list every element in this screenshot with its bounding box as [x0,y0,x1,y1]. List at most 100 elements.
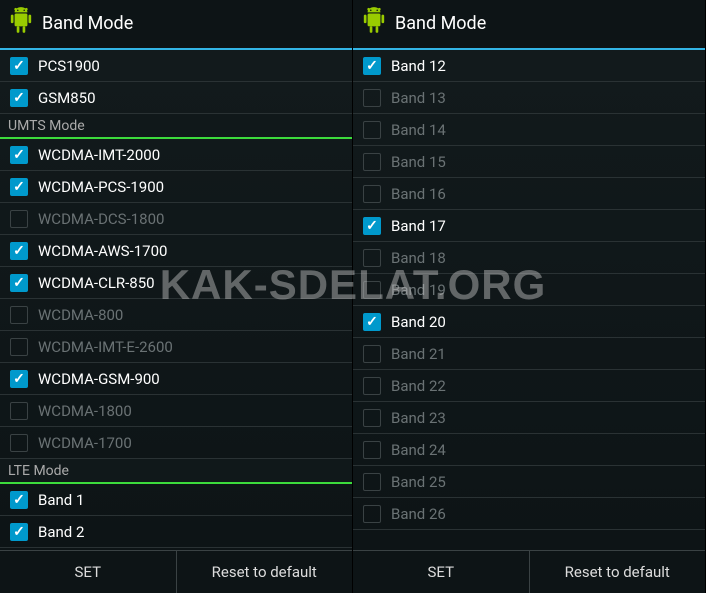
band-label: PCS1900 [38,57,100,75]
checkbox[interactable] [10,338,28,356]
band-row[interactable]: WCDMA-1700 [0,427,352,459]
band-row[interactable]: WCDMA-IMT-E-2600 [0,331,352,363]
band-label: WCDMA-IMT-E-2600 [38,338,173,356]
band-label: WCDMA-1700 [38,434,132,452]
band-label: WCDMA-IMT-2000 [38,146,160,164]
checkbox[interactable] [363,249,381,267]
checkbox[interactable] [10,402,28,420]
band-row[interactable]: Band 26 [353,498,705,530]
checkbox[interactable] [10,57,28,75]
band-row[interactable]: Band 19 [353,274,705,306]
checkbox[interactable] [10,434,28,452]
band-label: Band 15 [391,153,446,171]
footer: SET Reset to default [353,550,705,593]
band-row[interactable]: WCDMA-IMT-2000 [0,139,352,171]
footer: SET Reset to default [0,550,352,593]
checkbox[interactable] [363,377,381,395]
band-label: Band 20 [391,313,446,331]
checkbox[interactable] [363,281,381,299]
band-label: Band 12 [391,57,446,75]
band-row[interactable]: GSM850 [0,82,352,114]
checkbox[interactable] [363,153,381,171]
checkbox[interactable] [363,505,381,523]
reset-button[interactable]: Reset to default [530,551,706,593]
header: Band Mode [0,0,352,50]
band-row[interactable]: Band 20 [353,306,705,338]
checkbox[interactable] [363,217,381,235]
band-label: Band 21 [391,345,446,363]
checkbox[interactable] [10,523,28,541]
header: Band Mode [353,0,705,50]
section-header: UMTS Mode [0,114,352,139]
band-label: WCDMA-AWS-1700 [38,242,167,260]
checkbox[interactable] [363,345,381,363]
band-label: Band 13 [391,89,446,107]
band-label: Band 1 [38,491,84,509]
band-row[interactable]: Band 14 [353,114,705,146]
band-row[interactable]: Band 12 [353,50,705,82]
band-label: Band 18 [391,249,446,267]
band-label: Band 25 [391,473,446,491]
checkbox[interactable] [363,89,381,107]
band-row[interactable]: Band 13 [353,82,705,114]
band-row[interactable]: Band 15 [353,146,705,178]
band-row[interactable]: WCDMA-1800 [0,395,352,427]
band-row[interactable]: Band 22 [353,370,705,402]
band-row[interactable]: Band 25 [353,466,705,498]
band-row[interactable]: WCDMA-DCS-1800 [0,203,352,235]
band-label: WCDMA-1800 [38,402,132,420]
checkbox[interactable] [363,57,381,75]
band-row[interactable]: Band 18 [353,242,705,274]
band-list[interactable]: PCS1900 GSM850 UMTS Mode WCDMA-IMT-2000 WCDM… [0,50,352,550]
band-row[interactable]: WCDMA-AWS-1700 [0,235,352,267]
checkbox[interactable] [363,313,381,331]
android-icon [8,6,42,40]
checkbox[interactable] [10,210,28,228]
band-label: Band 23 [391,409,446,427]
set-button[interactable]: SET [353,551,530,593]
band-row[interactable]: Band 16 [353,178,705,210]
band-list[interactable]: Band 12 Band 13 Band 14 Band 15 Band 16 Band … [353,50,705,550]
band-label: Band 17 [391,217,446,235]
checkbox[interactable] [363,409,381,427]
band-row[interactable]: WCDMA-800 [0,299,352,331]
reset-button[interactable]: Reset to default [177,551,353,593]
page-title: Band Mode [395,13,486,34]
band-row[interactable]: Band 24 [353,434,705,466]
checkbox[interactable] [10,491,28,509]
checkbox[interactable] [10,306,28,324]
band-row[interactable]: Band 1 [0,484,352,516]
checkbox[interactable] [363,121,381,139]
band-label: Band 22 [391,377,446,395]
section-header: LTE Mode [0,459,352,484]
band-row[interactable]: Band 17 [353,210,705,242]
checkbox[interactable] [363,441,381,459]
page-title: Band Mode [42,13,133,34]
band-row[interactable]: WCDMA-PCS-1900 [0,171,352,203]
band-row[interactable]: WCDMA-GSM-900 [0,363,352,395]
band-label: Band 16 [391,185,446,203]
panel-right: Band Mode Band 12Band 13Band 14Band 15Ba… [353,0,706,593]
checkbox[interactable] [10,89,28,107]
band-label: WCDMA-CLR-850 [38,274,155,292]
band-row[interactable]: Band 2 [0,516,352,548]
band-label: Band 19 [391,281,446,299]
checkbox[interactable] [10,178,28,196]
band-label: Band 24 [391,441,446,459]
checkbox[interactable] [363,185,381,203]
band-row[interactable]: PCS1900 [0,50,352,82]
band-label: GSM850 [38,89,96,107]
checkbox[interactable] [10,370,28,388]
band-row[interactable]: Band 21 [353,338,705,370]
checkbox[interactable] [363,473,381,491]
checkbox[interactable] [10,274,28,292]
band-row[interactable]: WCDMA-CLR-850 [0,267,352,299]
band-label: Band 2 [38,523,84,541]
checkbox[interactable] [10,242,28,260]
band-row[interactable]: Band 23 [353,402,705,434]
checkbox[interactable] [10,146,28,164]
band-label: WCDMA-DCS-1800 [38,210,164,228]
panel-left: Band Mode PCS1900 GSM850 UMTS Mode WCDMA-IM… [0,0,353,593]
set-button[interactable]: SET [0,551,177,593]
band-label: WCDMA-PCS-1900 [38,178,164,196]
